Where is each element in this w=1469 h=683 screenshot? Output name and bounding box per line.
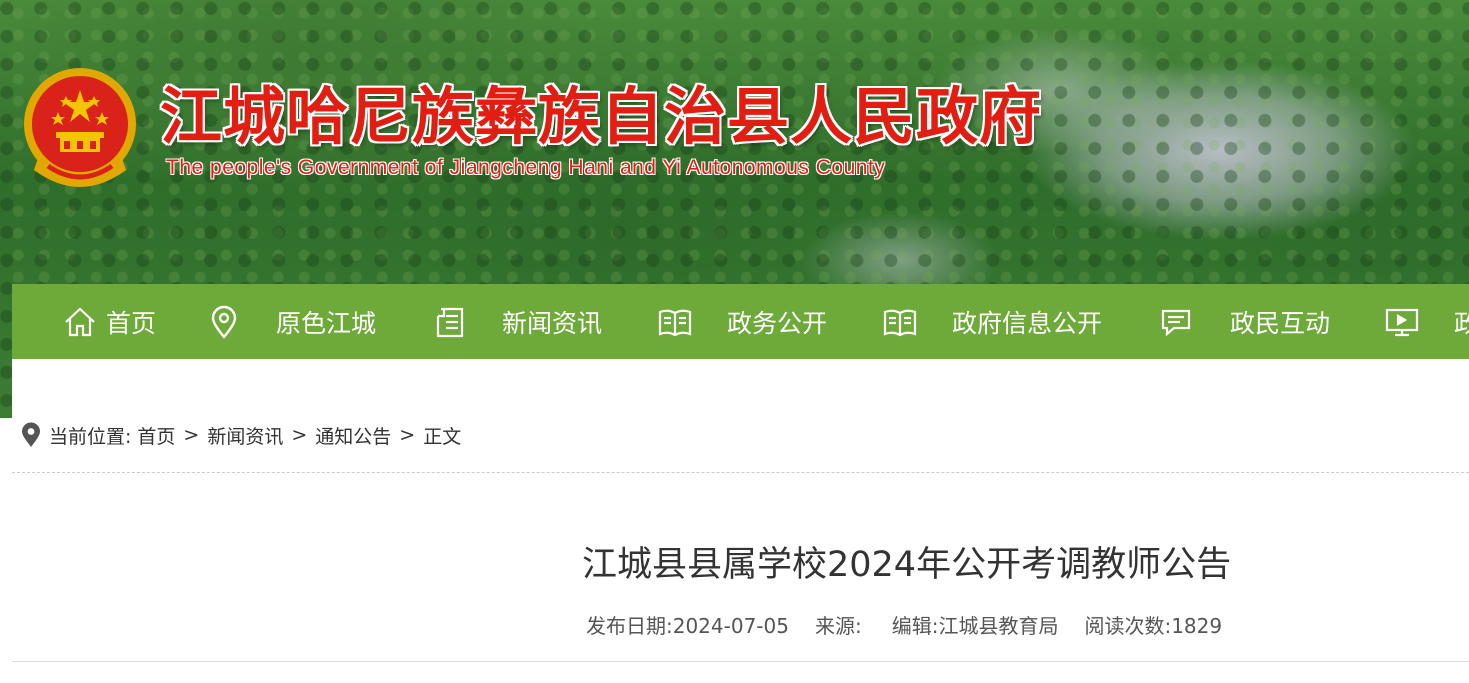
nav-item-home[interactable]: 首页	[62, 284, 156, 359]
nav-item-label: 新闻资讯	[502, 308, 603, 338]
breadcrumb-prefix: 当前位置:	[49, 425, 132, 448]
breadcrumb-separator: >	[291, 424, 308, 446]
nav-item-gov-info-disclosure[interactable]: 政府信息公开	[882, 284, 1102, 359]
location-pin-icon	[211, 305, 237, 339]
publish-date: 发布日期:2024-07-05	[586, 614, 789, 638]
news-icon	[436, 307, 464, 337]
site-title: 江城哈尼族彝族自治县人民政府	[160, 80, 1043, 153]
nav-item-label: 政务公开	[727, 308, 828, 338]
nav-item-government-affairs[interactable]: 政务公开	[657, 284, 827, 359]
nav-item-label: 原色江城	[276, 308, 377, 338]
monitor-icon	[1385, 308, 1419, 336]
view-count: 阅读次数:1829	[1084, 614, 1223, 638]
article-source: 来源:	[814, 614, 862, 638]
open-book-icon	[658, 309, 692, 336]
nav-item-public-interaction[interactable]: 政民互动	[1158, 284, 1330, 359]
breadcrumb-divider	[12, 472, 1469, 473]
nav-item-yuanse-jiangcheng[interactable]: 原色江城	[206, 284, 376, 359]
meta-divider	[12, 661, 1469, 662]
breadcrumb-home-link[interactable]: 首页	[137, 422, 175, 449]
nav-item-label: 政府信息公开	[952, 308, 1103, 338]
open-book-icon	[883, 309, 917, 336]
breadcrumb-news-link[interactable]: 新闻资讯	[207, 422, 283, 449]
location-pin-icon	[22, 422, 40, 447]
nav-item-more[interactable]: 政	[1384, 284, 1469, 359]
site-subtitle: The people's Government of Jiangcheng Ha…	[166, 156, 886, 179]
breadcrumb-separator: >	[183, 424, 200, 446]
main-nav: 首页 原色江城 新闻资讯 政务公开 政府信息公开 政民互动 政	[12, 284, 1469, 359]
nav-item-label: 政	[1454, 308, 1469, 338]
article-meta: 发布日期:2024-07-05 来源: 编辑:江城县教育局 阅读次数:1829	[586, 610, 1248, 639]
breadcrumb: 当前位置: 首页 > 新闻资讯 > 通知公告 > 正文	[20, 421, 461, 449]
breadcrumb-current: 正文	[423, 425, 462, 448]
home-icon	[65, 306, 95, 336]
nav-item-news[interactable]: 新闻资讯	[432, 284, 602, 359]
chat-icon	[1161, 309, 1191, 336]
breadcrumb-separator: >	[399, 424, 416, 446]
nav-item-label: 政民互动	[1230, 308, 1331, 338]
nav-item-label: 首页	[106, 308, 157, 338]
national-emblem-icon	[24, 68, 136, 187]
article-editor: 编辑:江城县教育局	[891, 614, 1059, 638]
breadcrumb-notices-link[interactable]: 通知公告	[315, 422, 391, 449]
article-title: 江城县县属学校2024年公开考调教师公告	[582, 545, 1232, 585]
